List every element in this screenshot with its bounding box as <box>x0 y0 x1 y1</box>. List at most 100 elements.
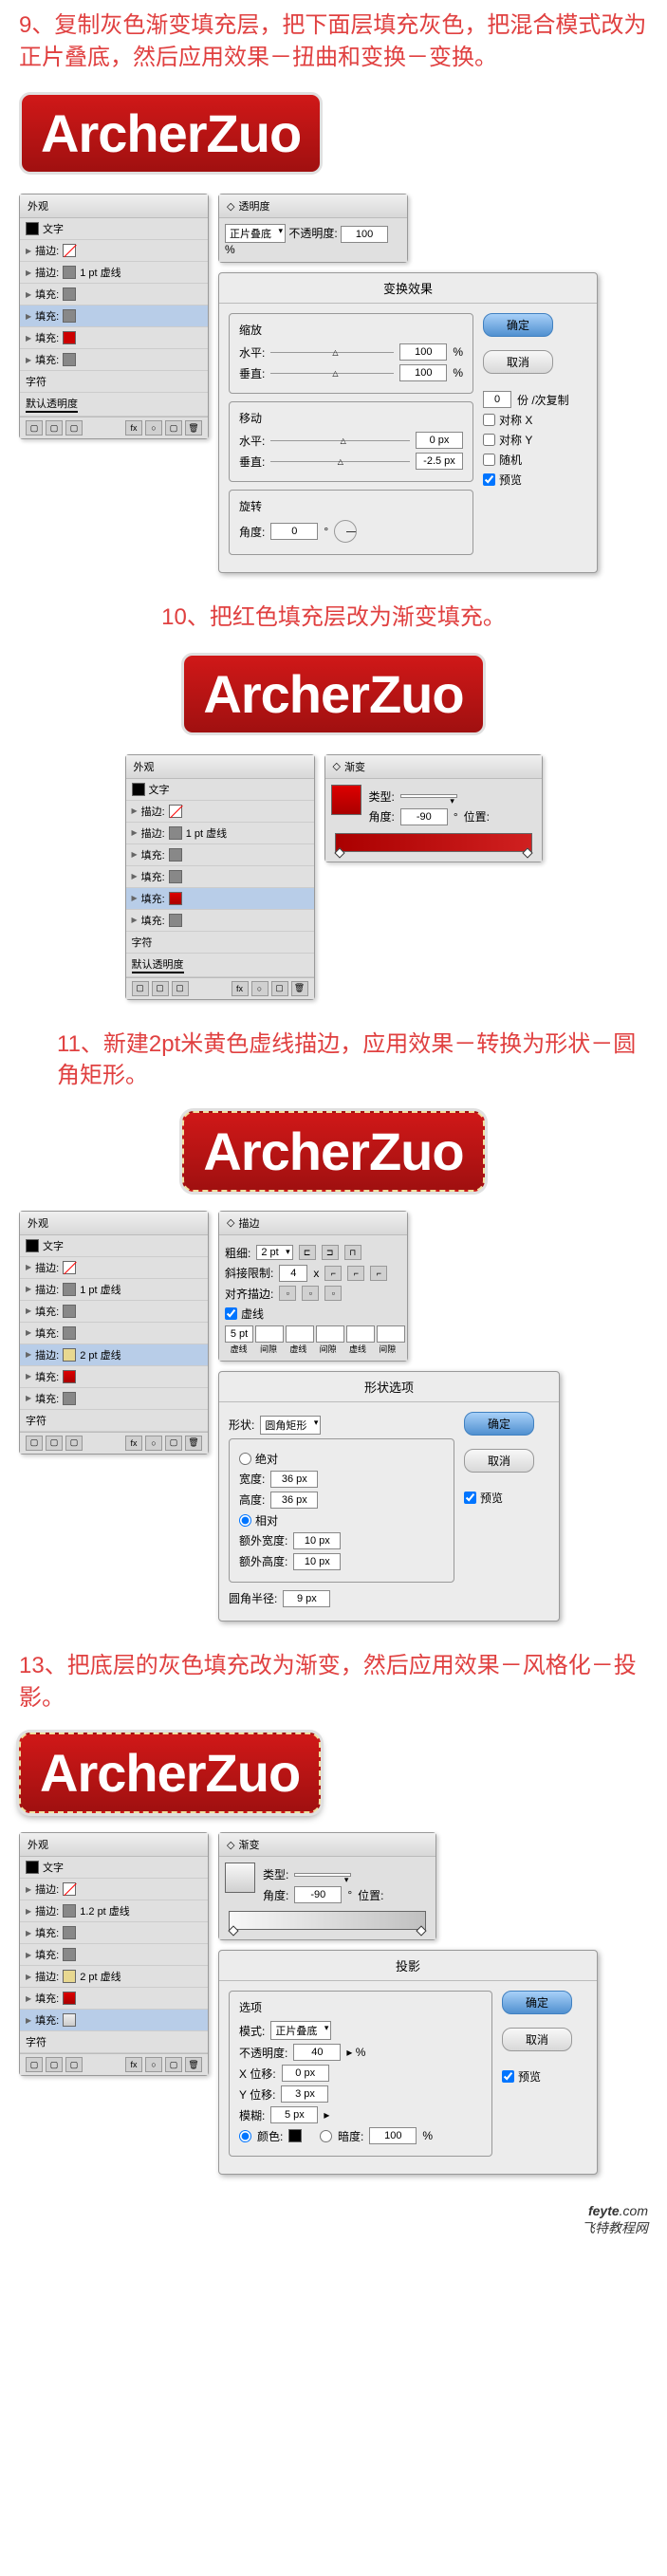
preview-checkbox[interactable] <box>464 1492 476 1504</box>
weight-select[interactable]: 2 pt <box>256 1245 292 1260</box>
mirror-x-checkbox[interactable] <box>483 414 495 426</box>
join-icon[interactable]: ⌐ <box>324 1266 342 1281</box>
darkness-input[interactable] <box>369 2127 417 2144</box>
fill-row[interactable]: ▶填充: <box>126 866 314 888</box>
shape-select[interactable]: 圆角矩形 <box>260 1416 321 1435</box>
x-input[interactable] <box>282 2065 329 2082</box>
gradient-slider[interactable] <box>335 833 532 852</box>
char-row[interactable]: 字符 <box>20 371 208 393</box>
angle-input[interactable] <box>400 808 448 825</box>
fill-row[interactable]: ▶填充: <box>20 1988 208 2010</box>
char-row[interactable]: 字符 <box>20 1410 208 1432</box>
gradient-stop[interactable] <box>416 1925 426 1936</box>
text-row[interactable]: 文字 <box>126 779 314 801</box>
dash-checkbox[interactable] <box>225 1307 237 1320</box>
fill-row-selected[interactable]: ▶填充: <box>20 2010 208 2031</box>
new-icon[interactable]: ▢ <box>165 420 182 436</box>
type-select[interactable] <box>294 1873 351 1877</box>
icon-btn[interactable]: ▢ <box>65 420 83 436</box>
icon-btn[interactable]: ▢ <box>46 2057 63 2072</box>
stroke-row[interactable]: ▶描边: <box>126 801 314 823</box>
darkness-radio[interactable] <box>320 2130 332 2142</box>
new-icon[interactable]: ▢ <box>165 2057 182 2072</box>
icon-btn[interactable]: ▢ <box>152 981 169 996</box>
cap-icon[interactable]: ⊐ <box>322 1245 339 1260</box>
join-icon[interactable]: ⌐ <box>347 1266 364 1281</box>
gradient-stop[interactable] <box>228 1925 238 1936</box>
fill-row[interactable]: ▶填充: <box>126 844 314 866</box>
random-checkbox[interactable] <box>483 454 495 466</box>
cancel-button[interactable]: 取消 <box>464 1449 534 1473</box>
icon-btn[interactable]: ▢ <box>172 981 189 996</box>
icon-btn[interactable]: ○ <box>251 981 269 996</box>
extra-w-input[interactable] <box>293 1532 341 1549</box>
fx-icon[interactable]: fx <box>125 2057 142 2072</box>
icon-btn[interactable]: ▢ <box>65 2057 83 2072</box>
icon-btn[interactable]: ○ <box>145 1436 162 1451</box>
fill-row[interactable]: ▶填充: <box>20 1366 208 1388</box>
fill-row[interactable]: ▶填充: <box>20 1388 208 1410</box>
gradient-slider[interactable] <box>229 1911 426 1930</box>
blur-input[interactable] <box>270 2106 318 2123</box>
mode-select[interactable]: 正片叠底 <box>270 2021 331 2040</box>
text-row[interactable]: 文字 <box>20 218 208 240</box>
fill-row[interactable]: ▶ 填充: <box>20 327 208 349</box>
stroke-row[interactable]: ▶ 描边: 1 pt 虚线 <box>20 262 208 284</box>
y-input[interactable] <box>281 2085 328 2103</box>
align-icon[interactable]: ▫ <box>302 1286 319 1301</box>
char-row[interactable]: 字符 <box>126 932 314 954</box>
color-radio[interactable] <box>239 2130 251 2142</box>
scale-v-input[interactable] <box>399 364 447 381</box>
ok-button[interactable]: 确定 <box>502 1991 572 2014</box>
icon-btn[interactable]: ▢ <box>46 420 63 436</box>
move-v-input[interactable] <box>416 453 463 470</box>
fill-row[interactable]: ▶ 填充: <box>20 349 208 371</box>
mirror-y-checkbox[interactable] <box>483 434 495 446</box>
cancel-button[interactable]: 取消 <box>502 2028 572 2051</box>
copies-input[interactable] <box>483 391 511 408</box>
dash-input[interactable] <box>346 1325 375 1343</box>
fill-row-selected[interactable]: ▶ 填充: <box>20 306 208 327</box>
angle-input[interactable] <box>270 523 318 540</box>
cap-icon[interactable]: ⊓ <box>344 1245 361 1260</box>
gap-input[interactable] <box>255 1325 284 1343</box>
trash-icon[interactable]: 🗑 <box>185 2057 202 2072</box>
text-row[interactable]: 文字 <box>20 1857 208 1879</box>
icon-btn[interactable]: ○ <box>145 2057 162 2072</box>
move-h-input[interactable] <box>416 432 463 449</box>
cancel-button[interactable]: 取消 <box>483 350 553 374</box>
stroke-row[interactable]: ▶描边:1.2 pt 虚线 <box>20 1900 208 1922</box>
width-input[interactable] <box>270 1471 318 1488</box>
trash-icon[interactable]: 🗑 <box>185 1436 202 1451</box>
align-icon[interactable]: ▫ <box>279 1286 296 1301</box>
gap-input[interactable] <box>316 1325 344 1343</box>
relative-radio[interactable] <box>239 1514 251 1527</box>
angle-dial-icon[interactable] <box>334 520 357 543</box>
height-input[interactable] <box>270 1492 318 1509</box>
icon-btn[interactable]: ▢ <box>26 2057 43 2072</box>
ok-button[interactable]: 确定 <box>464 1412 534 1436</box>
fill-row[interactable]: ▶填充: <box>126 910 314 932</box>
fill-row[interactable]: ▶填充: <box>20 1323 208 1344</box>
stroke-row[interactable]: ▶描边:1 pt 虚线 <box>20 1279 208 1301</box>
opacity-row[interactable]: 默认透明度 <box>126 954 314 977</box>
gradient-stop[interactable] <box>522 847 532 858</box>
icon-btn[interactable]: ▢ <box>46 1436 63 1451</box>
dash-input[interactable] <box>225 1325 253 1343</box>
stroke-row[interactable]: ▶ 描边: <box>20 240 208 262</box>
scale-h-input[interactable] <box>399 343 447 361</box>
new-icon[interactable]: ▢ <box>165 1436 182 1451</box>
color-swatch[interactable] <box>288 2129 302 2142</box>
preview-checkbox[interactable] <box>502 2070 514 2083</box>
preview-checkbox[interactable] <box>483 473 495 486</box>
absolute-radio[interactable] <box>239 1453 251 1465</box>
fill-row[interactable]: ▶填充: <box>20 1922 208 1944</box>
opacity-input[interactable] <box>293 2044 341 2061</box>
text-row[interactable]: 文字 <box>20 1235 208 1257</box>
fill-row[interactable]: ▶填充: <box>20 1944 208 1966</box>
gradient-stop[interactable] <box>334 847 344 858</box>
ok-button[interactable]: 确定 <box>483 313 553 337</box>
opacity-input[interactable] <box>341 226 388 243</box>
cap-icon[interactable]: ⊏ <box>299 1245 316 1260</box>
corner-input[interactable] <box>283 1590 330 1607</box>
